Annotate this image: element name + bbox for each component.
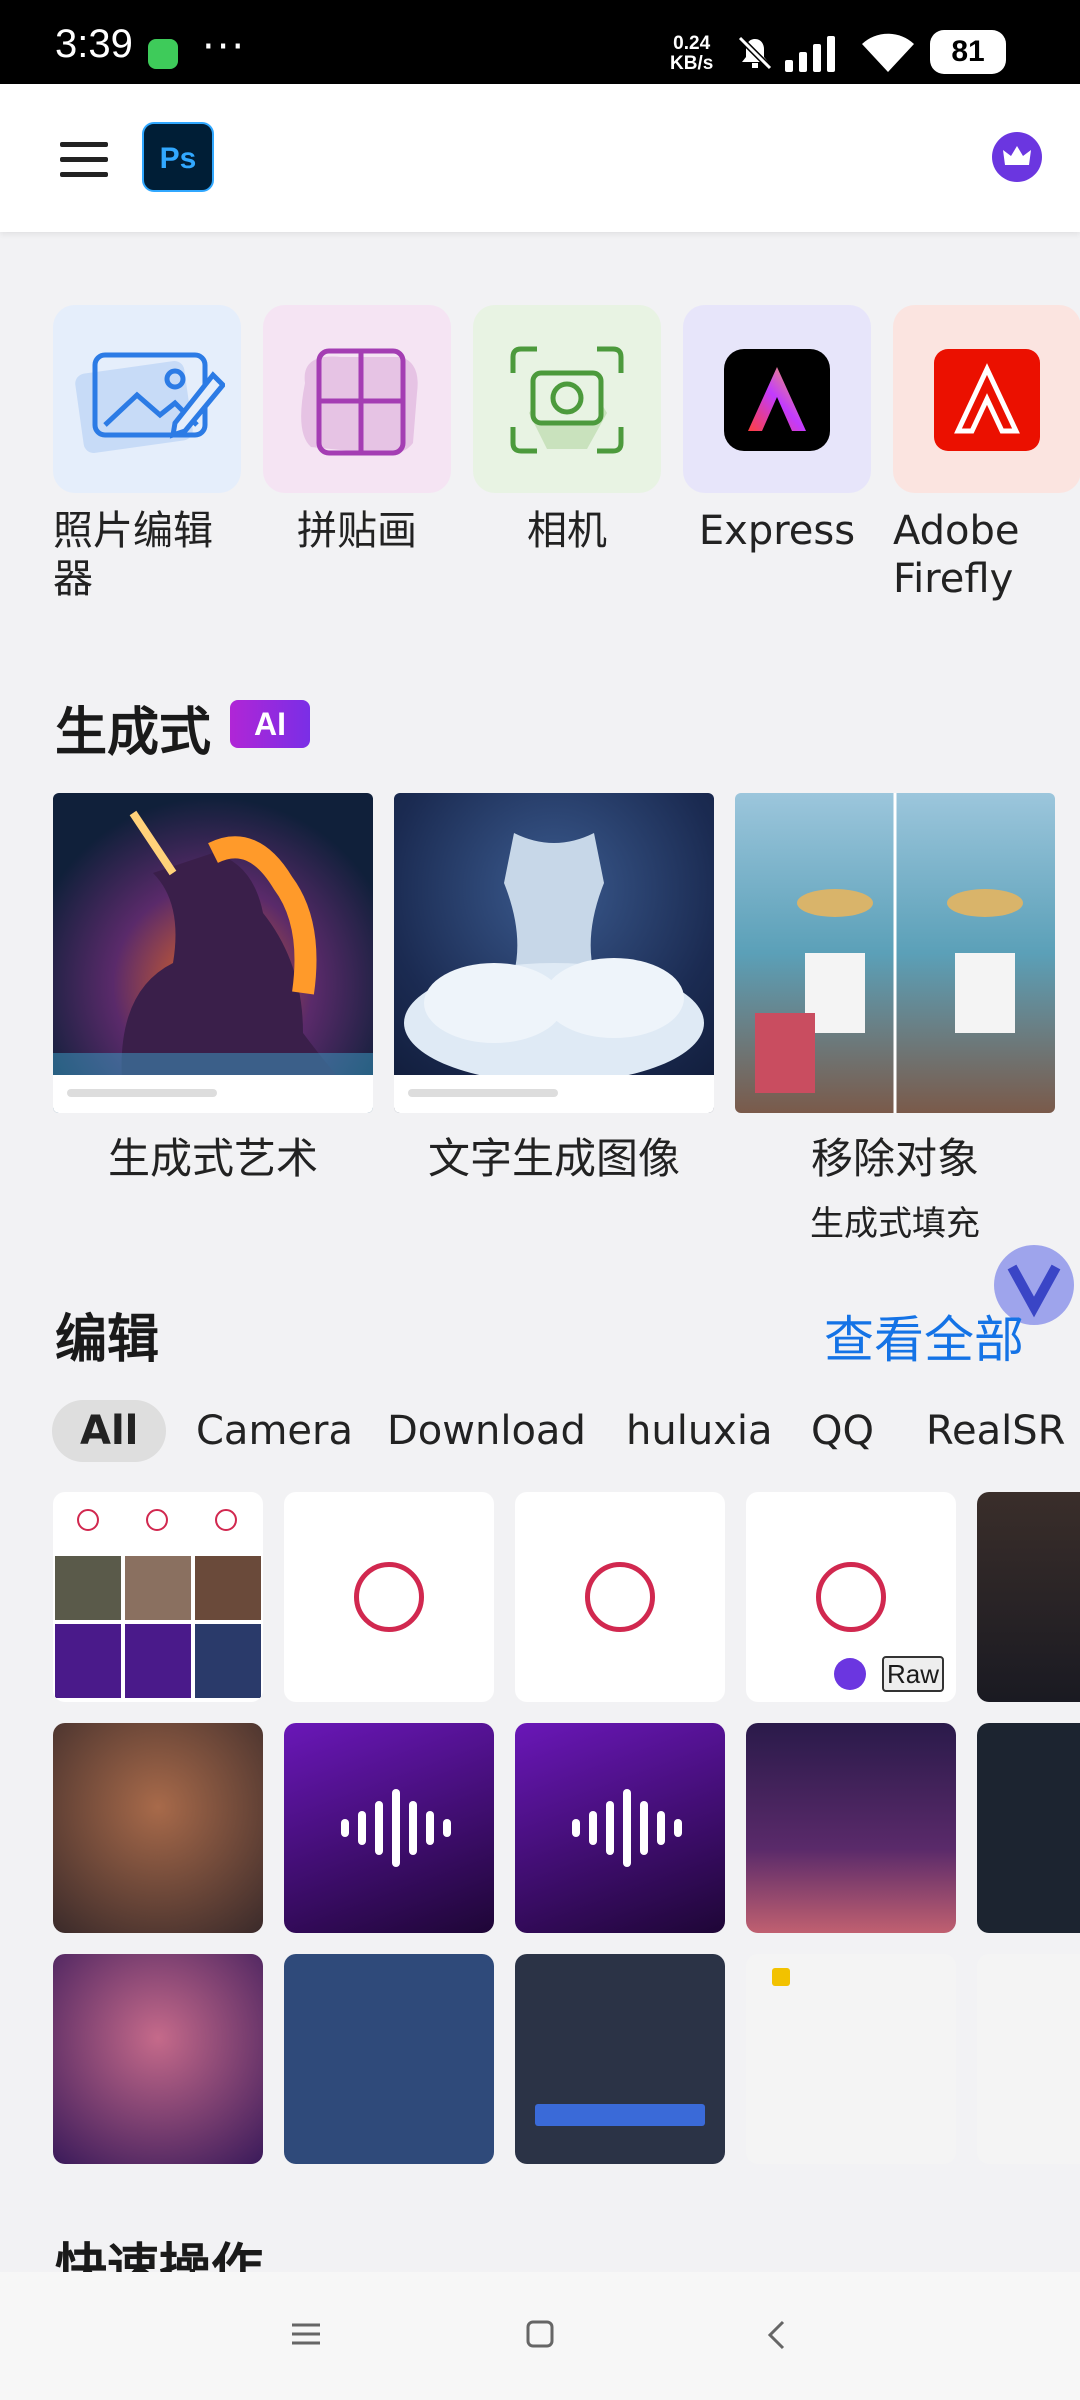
gallery-thumb[interactable] bbox=[515, 1954, 725, 2164]
camera-icon bbox=[510, 346, 624, 454]
gallery-thumb[interactable] bbox=[977, 1954, 1080, 2164]
tab-qq[interactable]: QQ bbox=[811, 1400, 874, 1462]
gallery-thumb[interactable] bbox=[515, 1723, 725, 1933]
battery-indicator: 81 bbox=[930, 30, 1006, 74]
gallery-thumb[interactable] bbox=[53, 1723, 263, 1933]
gallery-thumb[interactable] bbox=[53, 1492, 263, 1702]
collage-icon bbox=[301, 348, 418, 456]
audio-wave-icon bbox=[572, 1789, 682, 1867]
system-navigation-bar bbox=[0, 2272, 1080, 2400]
raw-badge: Raw bbox=[882, 1656, 944, 1692]
tab-huluxia[interactable]: huluxia bbox=[626, 1400, 772, 1462]
gallery-thumb[interactable] bbox=[515, 1492, 725, 1702]
view-all-link[interactable]: 查看全部 bbox=[824, 1300, 1024, 1372]
ai-badge: AI bbox=[230, 700, 310, 748]
wifi-icon bbox=[862, 33, 914, 72]
tool-camera[interactable]: 相机 bbox=[473, 305, 661, 555]
gallery-thumb[interactable] bbox=[284, 1492, 494, 1702]
tool-tile bbox=[893, 305, 1080, 493]
tool-collage[interactable]: 拼贴画 bbox=[263, 305, 451, 555]
unicorn-image bbox=[53, 810, 373, 1113]
crown-icon bbox=[1003, 146, 1031, 165]
generative-card-label: 移除对象 bbox=[810, 1134, 979, 1183]
text-to-image-card[interactable] bbox=[394, 793, 714, 1113]
tool-tile bbox=[263, 305, 451, 493]
more-notifications-icon: ··· bbox=[202, 24, 247, 70]
loading-ring-icon bbox=[816, 1562, 886, 1632]
premium-crown-button[interactable] bbox=[992, 132, 1042, 182]
gallery-thumb[interactable] bbox=[746, 1723, 956, 1933]
tab-camera[interactable]: Camera bbox=[196, 1400, 353, 1462]
generative-art-card[interactable] bbox=[53, 793, 373, 1113]
tool-label: 拼贴画 bbox=[297, 508, 417, 554]
premium-crown-icon bbox=[834, 1658, 866, 1690]
menu-icon[interactable] bbox=[60, 142, 108, 178]
status-bar: 3:39 ··· 0.24 KB/s 81 bbox=[0, 0, 1080, 84]
app-header: Ps bbox=[0, 84, 1080, 232]
edit-section-title: 编辑 bbox=[55, 1310, 160, 1370]
photoshop-logo: Ps bbox=[142, 122, 214, 192]
mute-bell-icon bbox=[737, 35, 773, 71]
recent-apps-icon[interactable] bbox=[292, 2322, 320, 2346]
gallery-thumb[interactable] bbox=[977, 1723, 1080, 1933]
photo-edit-icon bbox=[75, 352, 225, 453]
tool-tile bbox=[53, 305, 241, 493]
gallery-thumb[interactable]: Raw bbox=[746, 1492, 956, 1702]
audio-wave-icon bbox=[341, 1789, 451, 1867]
tool-tile bbox=[683, 305, 871, 493]
gallery-thumb[interactable] bbox=[53, 1954, 263, 2164]
thumb-app-icon bbox=[772, 1968, 790, 1986]
loading-ring-icon bbox=[354, 1562, 424, 1632]
gallery-thumb[interactable] bbox=[284, 1723, 494, 1933]
tool-label: Express bbox=[698, 508, 856, 554]
network-speed-value: 0.24 bbox=[673, 33, 711, 54]
cloud-dress-image bbox=[394, 833, 714, 1113]
app-notification-icon bbox=[148, 39, 178, 69]
tool-firefly[interactable]: Adobe Firefly bbox=[893, 305, 1080, 603]
tab-download[interactable]: Download bbox=[387, 1400, 586, 1462]
tool-tile bbox=[473, 305, 661, 493]
generative-section-title: 生成式 bbox=[55, 703, 212, 763]
tool-label: 相机 bbox=[527, 508, 607, 554]
gallery-thumb[interactable] bbox=[284, 1954, 494, 2164]
gallery-thumb[interactable] bbox=[746, 1954, 956, 2164]
status-time: 3:39 bbox=[55, 22, 133, 66]
loading-ring-icon bbox=[585, 1562, 655, 1632]
generative-card-label: 生成式艺术 bbox=[107, 1134, 318, 1183]
tab-all[interactable]: All bbox=[52, 1400, 167, 1462]
tool-label: 照片编辑器 bbox=[53, 508, 213, 602]
tool-label: Adobe Firefly bbox=[893, 508, 1020, 602]
generative-card-sublabel: 生成式填充 bbox=[810, 1204, 980, 1244]
back-icon[interactable] bbox=[766, 2320, 786, 2350]
signal-icon bbox=[785, 36, 835, 72]
screenshot-grid-image bbox=[55, 1509, 261, 1698]
home-icon[interactable] bbox=[526, 2320, 554, 2348]
network-speed: 0.24 KB/s bbox=[670, 34, 713, 74]
remove-object-card[interactable] bbox=[735, 793, 1055, 1113]
gallery-thumb[interactable] bbox=[977, 1492, 1080, 1702]
remove-object-image bbox=[755, 793, 1023, 1113]
thumb-button-shape bbox=[535, 2104, 705, 2126]
network-speed-unit: KB/s bbox=[670, 53, 714, 74]
generative-card-label: 文字生成图像 bbox=[427, 1134, 680, 1183]
adobe-express-icon bbox=[724, 349, 830, 451]
tool-photo-editor[interactable]: 照片编辑器 bbox=[53, 305, 241, 603]
tool-express[interactable]: Express bbox=[683, 305, 871, 555]
adobe-firefly-icon bbox=[934, 349, 1040, 451]
tab-realsr[interactable]: RealSR bbox=[926, 1400, 1065, 1462]
